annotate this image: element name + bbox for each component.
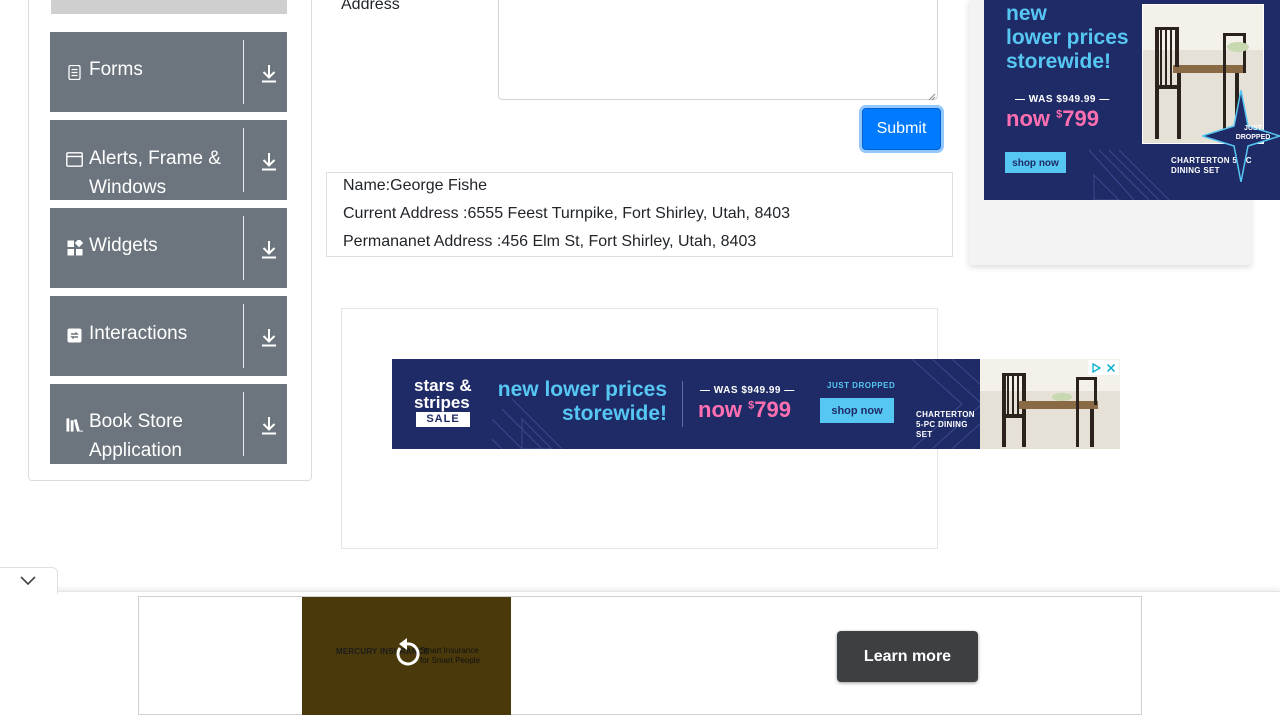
output-panel: Name:George Fishe Current Address :6555 …	[326, 172, 953, 257]
badge-line: DROPPED	[1235, 134, 1271, 141]
permanent-address-field[interactable]	[498, 0, 938, 100]
divider	[243, 40, 244, 104]
resize-grip-icon[interactable]	[926, 88, 936, 101]
widgets-icon	[66, 239, 83, 256]
ad-video[interactable]: MERCURY INSURANCE Smart Insurance for Sma…	[302, 597, 511, 715]
anchor-ad	[138, 596, 1142, 715]
sidebar-group-label: Alerts, Frame & Windows	[89, 148, 221, 198]
badge-line: JUST	[1244, 125, 1262, 132]
shop-now-button[interactable]: shop now	[820, 398, 894, 423]
divider	[243, 128, 244, 192]
output-current-address: Current Address :6555 Feest Turnpike, Fo…	[343, 205, 791, 222]
sidebar-scroll-remnant	[51, 0, 287, 14]
download-arrow-icon[interactable]	[260, 414, 278, 436]
sidebar-group-book-store[interactable]: Book Store Application	[50, 384, 287, 464]
submit-button[interactable]: Submit	[862, 108, 941, 150]
divider	[243, 216, 244, 280]
sidebar-group-label: Book Store Application	[89, 411, 183, 461]
was-price: — WAS $949.99 —	[700, 385, 795, 396]
product-name: CHARTERTON 5-PC DINING SET	[916, 410, 975, 439]
permanent-address-label: Address	[341, 0, 400, 13]
document-icon	[66, 64, 83, 81]
sale-tag: SALE	[416, 412, 470, 427]
replay-icon[interactable]	[392, 638, 422, 670]
download-arrow-icon[interactable]	[260, 62, 278, 84]
divider	[243, 392, 244, 456]
headline-line: lower prices	[1006, 26, 1129, 49]
headline-line: new	[1006, 2, 1047, 25]
headline-line: storewide!	[561, 402, 667, 425]
download-arrow-icon[interactable]	[260, 326, 278, 348]
ad-headline: new lower prices storewide!	[1006, 2, 1129, 74]
shop-now-button[interactable]: shop now	[1005, 152, 1066, 173]
banner-ad[interactable]: stars & stripes SALE new lower prices sto…	[392, 359, 1120, 449]
sidebar-group-interactions[interactable]: Interactions	[50, 296, 287, 376]
output-permanent-address: Permananet Address :456 Elm St, Fort Shi…	[343, 233, 757, 250]
now-price: now $799	[1006, 106, 1099, 131]
sidebar-group-label: Interactions	[89, 323, 188, 344]
download-arrow-icon[interactable]	[260, 150, 278, 172]
collapse-ad-button[interactable]	[0, 567, 58, 594]
sidebar-group-label: Forms	[89, 59, 143, 80]
just-dropped: JUST DROPPED	[827, 381, 896, 390]
sidebar-group-forms[interactable]: Forms	[50, 32, 287, 112]
sidebar-group-label: Widgets	[89, 235, 158, 256]
now-price: now $799	[698, 397, 791, 422]
ad-choices[interactable]	[1088, 360, 1119, 375]
sidebar: Forms Alerts, Frame & Windows Widgets In…	[28, 0, 312, 481]
window-icon	[66, 151, 83, 168]
divider	[682, 381, 683, 427]
headline-line: new lower prices	[497, 378, 667, 401]
badge-text: JUST DROPPED	[1228, 124, 1278, 142]
divider	[243, 304, 244, 368]
chevron-down-icon[interactable]	[0, 568, 57, 594]
side-ad[interactable]: new lower prices storewide! — WAS $949.9…	[984, 0, 1280, 200]
adchoices-icon[interactable]	[1088, 360, 1103, 375]
interactions-icon	[66, 327, 83, 344]
books-icon	[66, 416, 83, 433]
output-name: Name:George Fishe	[343, 177, 488, 194]
close-icon[interactable]	[1103, 360, 1118, 375]
brand-tagline: Smart Insurance for Smart People	[420, 646, 481, 665]
logo-line: stripes	[414, 393, 470, 412]
download-arrow-icon[interactable]	[260, 238, 278, 260]
brand-logo: stars & stripes SALE	[392, 359, 492, 449]
learn-more-button[interactable]: Learn more	[837, 631, 978, 682]
was-price: — WAS $949.99 —	[1015, 94, 1110, 105]
ad-headline: new lower prices storewide!	[492, 378, 667, 426]
sidebar-group-widgets[interactable]: Widgets	[50, 208, 287, 288]
sidebar-group-alerts-frame-windows[interactable]: Alerts, Frame & Windows	[50, 120, 287, 200]
headline-line: storewide!	[1006, 50, 1112, 73]
